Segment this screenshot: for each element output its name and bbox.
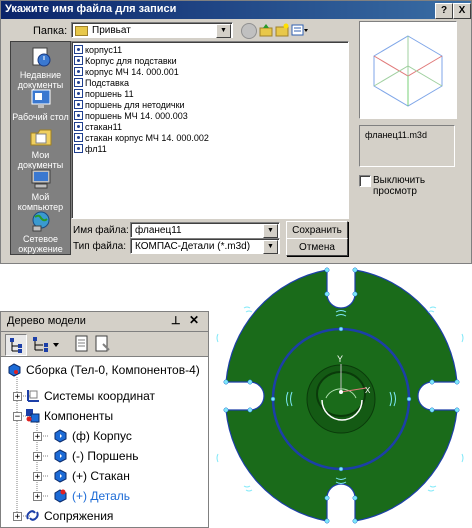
part-file-icon [74,111,83,120]
tree-view-menu-icon[interactable] [31,335,61,353]
file-item[interactable]: корпус МЧ 14. 000.001 [74,67,179,78]
tree-item-coordinate-systems[interactable]: Системы координат [25,386,155,406]
tree-item-components[interactable]: Компоненты [25,406,113,426]
folder-value: Привьат [92,25,131,36]
save-button[interactable]: Сохранить [286,221,348,239]
mates-icon [26,510,39,521]
place-recent[interactable]: Недавние документы [11,46,70,90]
part-file-icon [74,122,83,131]
preview-filename: фланец11.m3d [359,125,455,167]
folder-label: Папка: [33,25,68,37]
back-icon[interactable] [241,23,257,39]
tree-structure-icon[interactable] [5,334,27,356]
properties-icon[interactable] [95,335,111,353]
filename-value: фланец11 [135,225,182,236]
chevron-down-icon[interactable]: ▼ [263,240,278,254]
expand-toggle[interactable]: + [33,472,42,482]
pin-icon[interactable]: ⊥ [171,314,181,327]
part-icon [54,489,67,503]
tree-title: Дерево модели [7,315,86,327]
svg-text:X: X [365,386,371,395]
place-network[interactable]: Сетевое окружение [11,210,70,254]
expand-toggle[interactable]: + [13,512,22,522]
tree-root-assembly[interactable]: Сборка (Тел-0, Компонентов-4) [7,360,200,380]
new-folder-icon[interactable] [275,23,289,37]
chevron-down-icon[interactable]: ▼ [263,224,278,238]
part-file-icon [74,133,83,142]
collapse-toggle[interactable]: − [13,412,22,422]
coordinate-system-icon [27,390,39,402]
file-item[interactable]: стакан11 [74,122,122,133]
part-file-icon [74,144,83,153]
save-file-dialog: Укажите имя файла для записи ? X Папка: … [0,0,472,264]
file-item[interactable]: фл11 [74,144,107,155]
part-file-icon [74,100,83,109]
folder-icon [75,26,88,36]
file-list[interactable]: корпус11 Корпус для подставки корпус МЧ … [71,41,349,219]
expand-toggle[interactable]: + [13,392,22,402]
preview-axes-icon [373,35,443,107]
expand-toggle[interactable]: + [33,432,42,442]
tree-header: Дерево модели ⊥ ✕ [1,312,208,332]
tree-item-mates[interactable]: Сопряжения [25,506,113,526]
components-icon [26,409,40,423]
file-item[interactable]: поршень 11 [74,89,134,100]
svg-text:Y: Y [337,354,343,364]
tree-item-component[interactable]: (-) Поршень [53,446,138,466]
preview-pane [359,21,457,119]
filetype-label: Тип файла: [73,241,126,252]
tree-item-component-selected[interactable]: (+) Деталь [53,486,130,506]
filetype-value: КОМПАС-Детали (*.m3d) [135,241,251,252]
dialog-title: Укажите имя файла для записи [5,3,177,15]
tree-toolbar [1,332,208,357]
expand-toggle[interactable]: + [33,492,42,502]
part-icon [54,429,67,443]
file-item[interactable]: Подставка [74,78,129,89]
part-icon [54,469,67,483]
part-file-icon [74,45,83,54]
desktop-icon [29,88,53,110]
preview-toggle-label: Выключить просмотр [373,175,426,197]
part-viewport[interactable]: Y X [212,264,470,526]
part-file-icon [74,67,83,76]
expand-toggle[interactable]: + [33,452,42,462]
file-item[interactable]: поршень для нетодички [74,100,185,111]
part-file-icon [74,56,83,65]
view-menu-icon[interactable] [291,23,309,37]
tree-item-component[interactable]: (ф) Корпус [53,426,132,446]
filename-label: Имя файла: [73,225,129,236]
dialog-title-bar: Укажите имя файла для записи ? X [1,1,471,19]
part-file-icon [74,78,83,87]
assembly-icon [8,363,21,377]
model-tree-panel: Дерево модели ⊥ ✕ Сборка (Тел-0, Компоне… [0,311,209,528]
part-file-icon [74,89,83,98]
my-documents-icon [29,126,53,148]
file-item[interactable]: Корпус для подставки [74,56,177,67]
places-bar: Недавние документы Рабочий стол Мои доку… [10,41,71,255]
preview-toggle-checkbox[interactable] [359,175,371,187]
close-button[interactable]: X [453,3,471,19]
file-item[interactable]: поршень МЧ 14. 000.003 [74,111,188,122]
filetype-select[interactable]: КОМПАС-Детали (*.m3d) ▼ [130,238,280,254]
place-my-documents[interactable]: Мои документы [11,126,70,170]
up-folder-icon[interactable] [259,23,273,37]
filename-input[interactable]: фланец11 ▼ [130,222,280,238]
part-icon [54,449,67,463]
place-my-computer[interactable]: Мой компьютер [11,168,70,212]
my-computer-icon [29,168,53,190]
place-desktop[interactable]: Рабочий стол [11,88,70,122]
help-button[interactable]: ? [435,3,453,19]
network-icon [29,210,53,232]
chevron-down-icon[interactable]: ▼ [216,24,231,38]
recent-docs-icon [29,46,53,68]
folder-select[interactable]: Привьат ▼ [71,22,233,38]
file-item[interactable]: стакан корпус МЧ 14. 000.002 [74,133,209,144]
tree-item-component[interactable]: (+) Стакан [53,466,130,486]
document-icon[interactable] [75,335,89,353]
cancel-button[interactable]: Отмена [286,238,348,256]
close-icon[interactable]: ✕ [189,313,199,327]
file-item[interactable]: корпус11 [74,45,122,56]
